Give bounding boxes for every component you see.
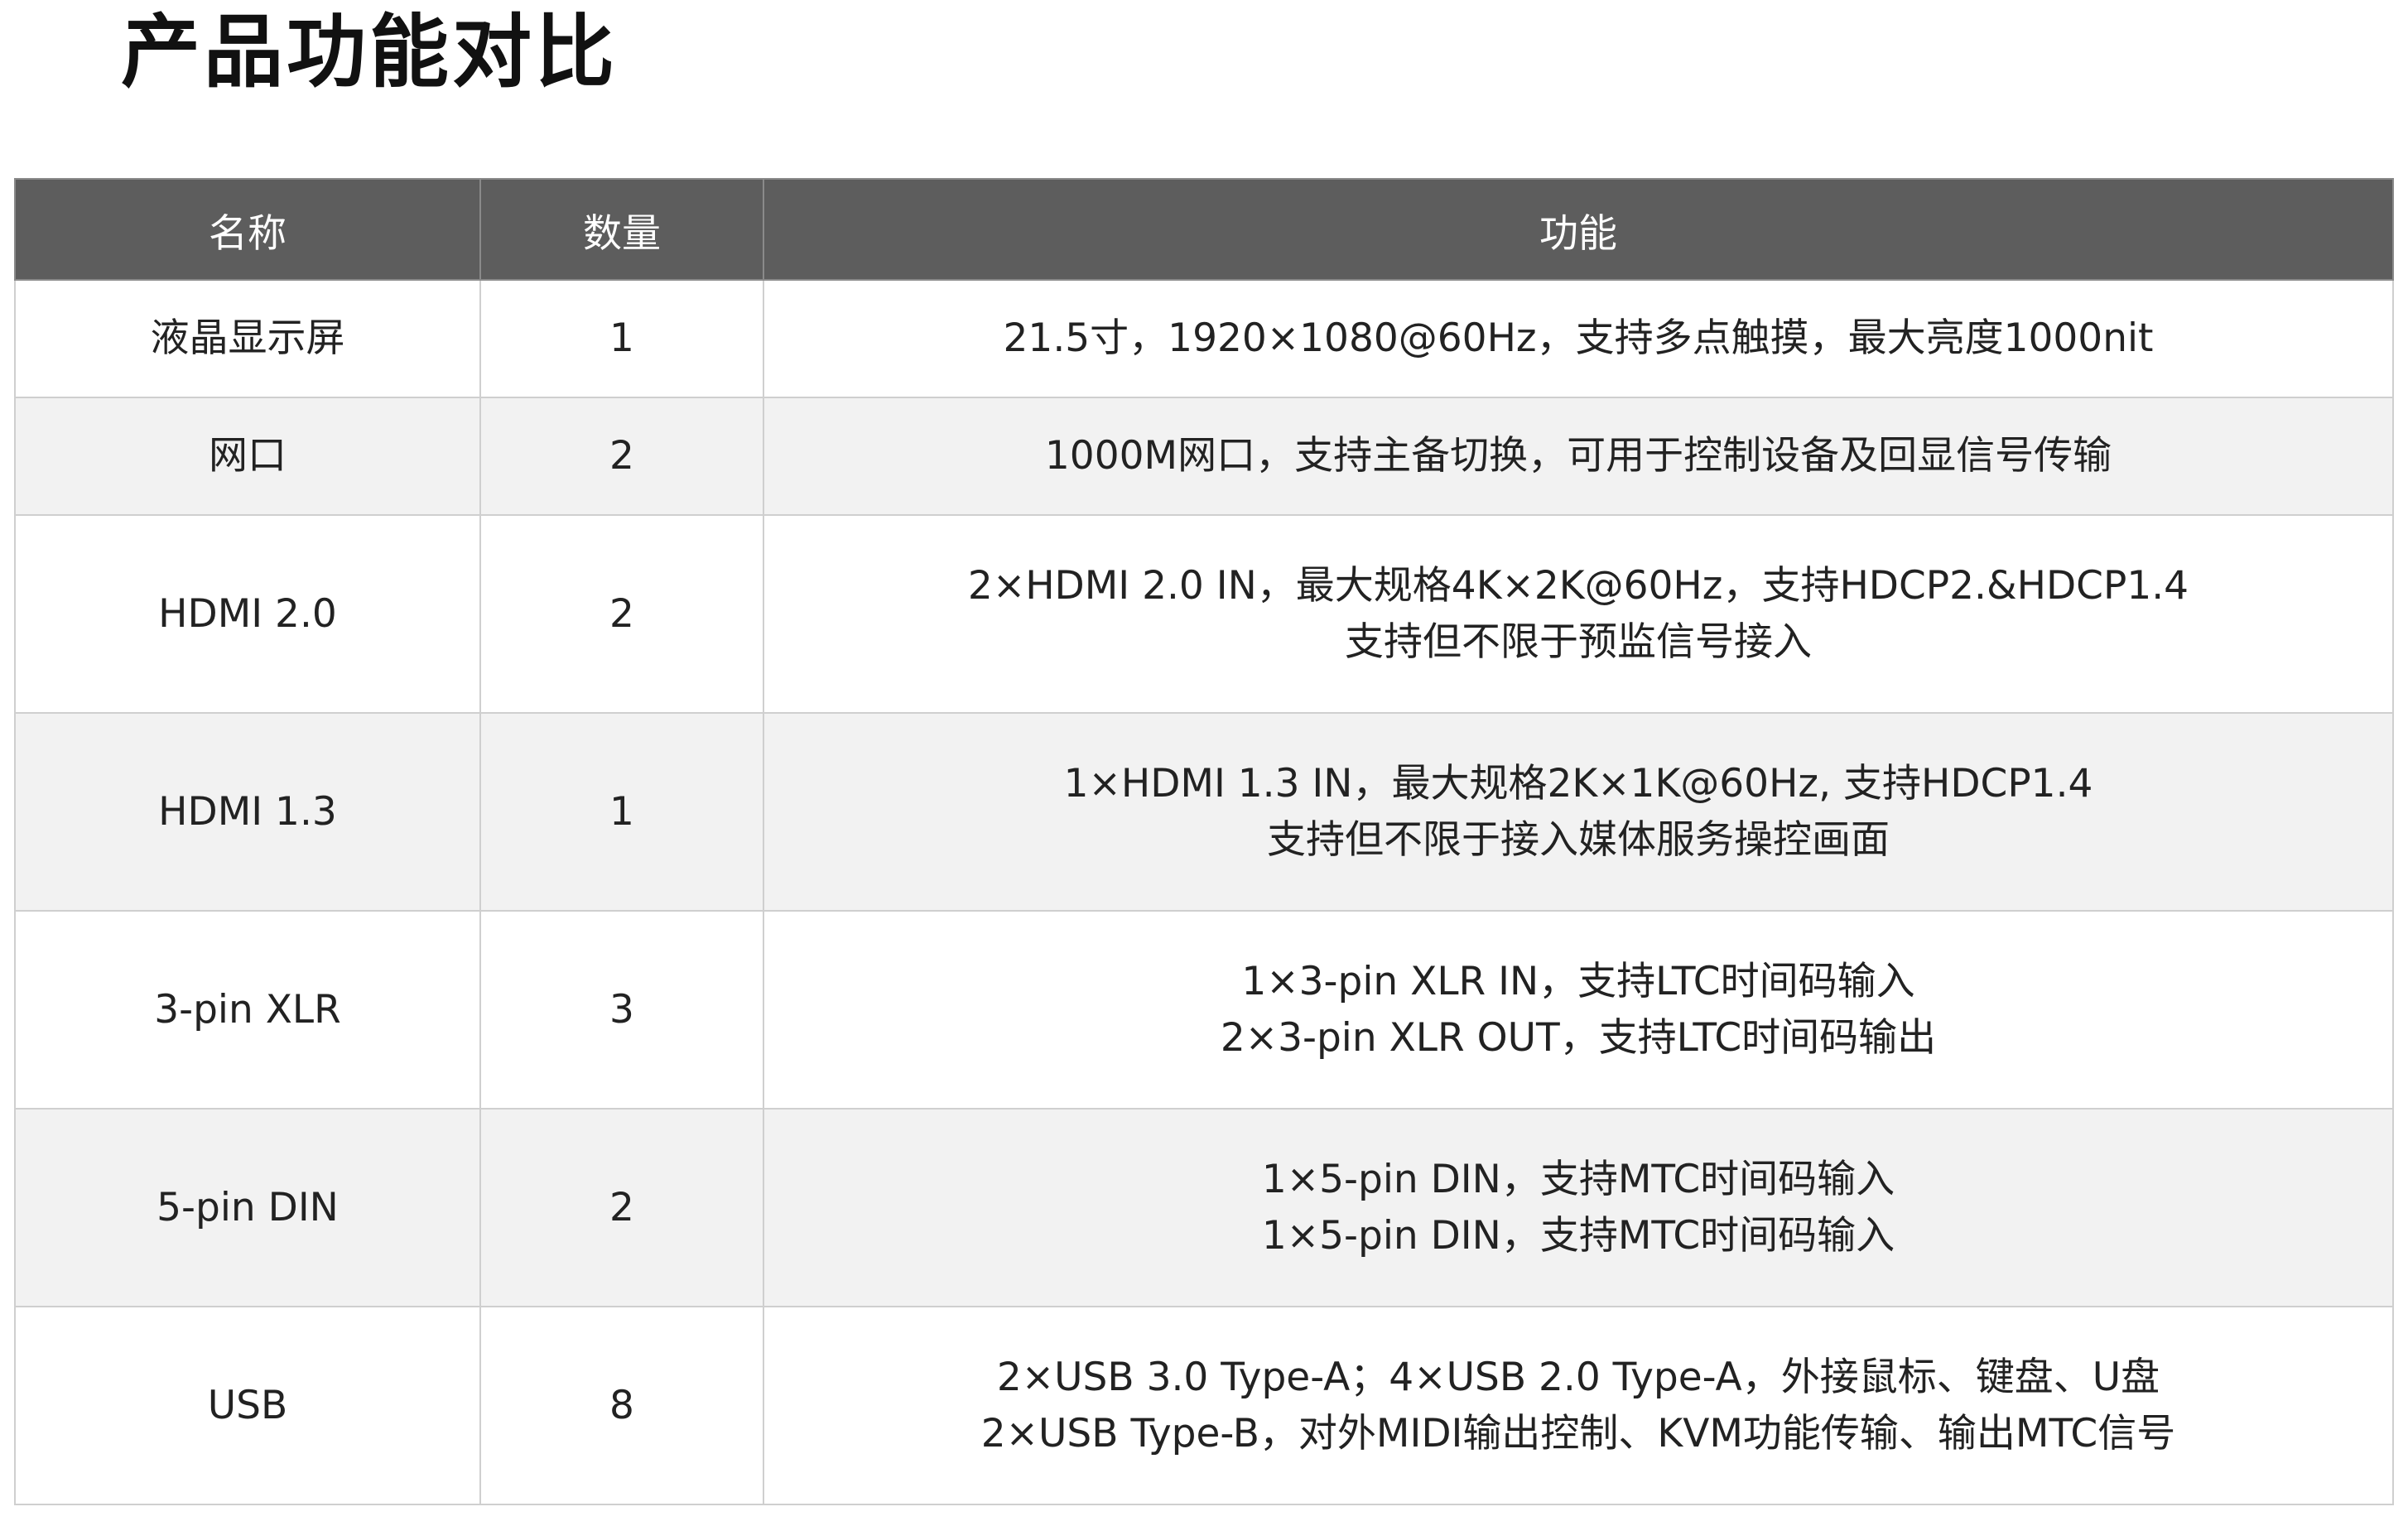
cell-function: 1×HDMI 1.3 IN，最大规格2K×1K@60Hz, 支持HDCP1.4 … [763, 712, 2394, 912]
header-name: 名称 [14, 178, 481, 281]
cell-function: 2×HDMI 2.0 IN，最大规格4K×2K@60Hz，支持HDCP2.&HD… [763, 514, 2394, 714]
header-quantity: 数量 [479, 178, 764, 281]
cell-quantity: 3 [479, 910, 764, 1110]
function-line: 支持但不限于预监信号接入 [1345, 619, 1812, 665]
cell-name: 5-pin DIN [14, 1108, 481, 1307]
page-title: 产品功能对比 [121, 6, 618, 99]
function-line: 2×HDMI 2.0 IN，最大规格4K×2K@60Hz，支持HDCP2.&HD… [967, 562, 2189, 609]
table-row: 网口 2 1000M网口，支持主备切换，可用于控制设备及回显信号传输 [14, 397, 2394, 516]
table-row: HDMI 2.0 2 2×HDMI 2.0 IN，最大规格4K×2K@60Hz，… [14, 514, 2394, 714]
function-line: 21.5寸，1920×1080@60Hz，支持多点触摸，最大亮度1000nit [1003, 315, 2154, 361]
function-line: 1×HDMI 1.3 IN，最大规格2K×1K@60Hz, 支持HDCP1.4 [1063, 760, 2093, 806]
cell-quantity: 2 [479, 514, 764, 714]
table-row: HDMI 1.3 1 1×HDMI 1.3 IN，最大规格2K×1K@60Hz,… [14, 712, 2394, 912]
function-line: 1×5-pin DIN，支持MTC时间码输入 [1261, 1212, 1895, 1259]
cell-function: 2×USB 3.0 Type-A；4×USB 2.0 Type-A，外接鼠标、键… [763, 1306, 2394, 1505]
table-row: 5-pin DIN 2 1×5-pin DIN，支持MTC时间码输入 1×5-p… [14, 1108, 2394, 1307]
cell-name: HDMI 2.0 [14, 514, 481, 714]
cell-name: HDMI 1.3 [14, 712, 481, 912]
cell-name: 网口 [14, 397, 481, 516]
cell-function: 1×5-pin DIN，支持MTC时间码输入 1×5-pin DIN，支持MTC… [763, 1108, 2394, 1307]
cell-quantity: 1 [479, 279, 764, 398]
function-line: 1×3-pin XLR IN，支持LTC时间码输入 [1241, 958, 1915, 1004]
cell-function: 1×3-pin XLR IN，支持LTC时间码输入 2×3-pin XLR OU… [763, 910, 2394, 1110]
table-header-row: 名称 数量 功能 [14, 178, 2394, 281]
function-line: 2×3-pin XLR OUT，支持LTC时间码输出 [1220, 1014, 1937, 1061]
cell-function: 21.5寸，1920×1080@60Hz，支持多点触摸，最大亮度1000nit [763, 279, 2394, 398]
function-line: 2×USB Type-B，对外MIDI输出控制、KVM功能传输、输出MTC信号 [980, 1410, 2176, 1456]
cell-quantity: 8 [479, 1306, 764, 1505]
function-line: 1000M网口，支持主备切换，可用于控制设备及回显信号传输 [1044, 433, 2112, 479]
function-line: 支持但不限于接入媒体服务操控画面 [1267, 816, 1890, 863]
table-row: USB 8 2×USB 3.0 Type-A；4×USB 2.0 Type-A，… [14, 1306, 2394, 1505]
table-row: 液晶显示屏 1 21.5寸，1920×1080@60Hz，支持多点触摸，最大亮度… [14, 279, 2394, 398]
product-comparison-table: 名称 数量 功能 液晶显示屏 1 21.5寸，1920×1080@60Hz，支持… [14, 178, 2394, 1505]
cell-name: USB [14, 1306, 481, 1505]
cell-quantity: 1 [479, 712, 764, 912]
cell-function: 1000M网口，支持主备切换，可用于控制设备及回显信号传输 [763, 397, 2394, 516]
table-row: 3-pin XLR 3 1×3-pin XLR IN，支持LTC时间码输入 2×… [14, 910, 2394, 1110]
header-function: 功能 [763, 178, 2394, 281]
cell-name: 液晶显示屏 [14, 279, 481, 398]
cell-quantity: 2 [479, 1108, 764, 1307]
cell-quantity: 2 [479, 397, 764, 516]
cell-name: 3-pin XLR [14, 910, 481, 1110]
function-line: 1×5-pin DIN，支持MTC时间码输入 [1261, 1156, 1895, 1202]
function-line: 2×USB 3.0 Type-A；4×USB 2.0 Type-A，外接鼠标、键… [996, 1354, 2160, 1400]
